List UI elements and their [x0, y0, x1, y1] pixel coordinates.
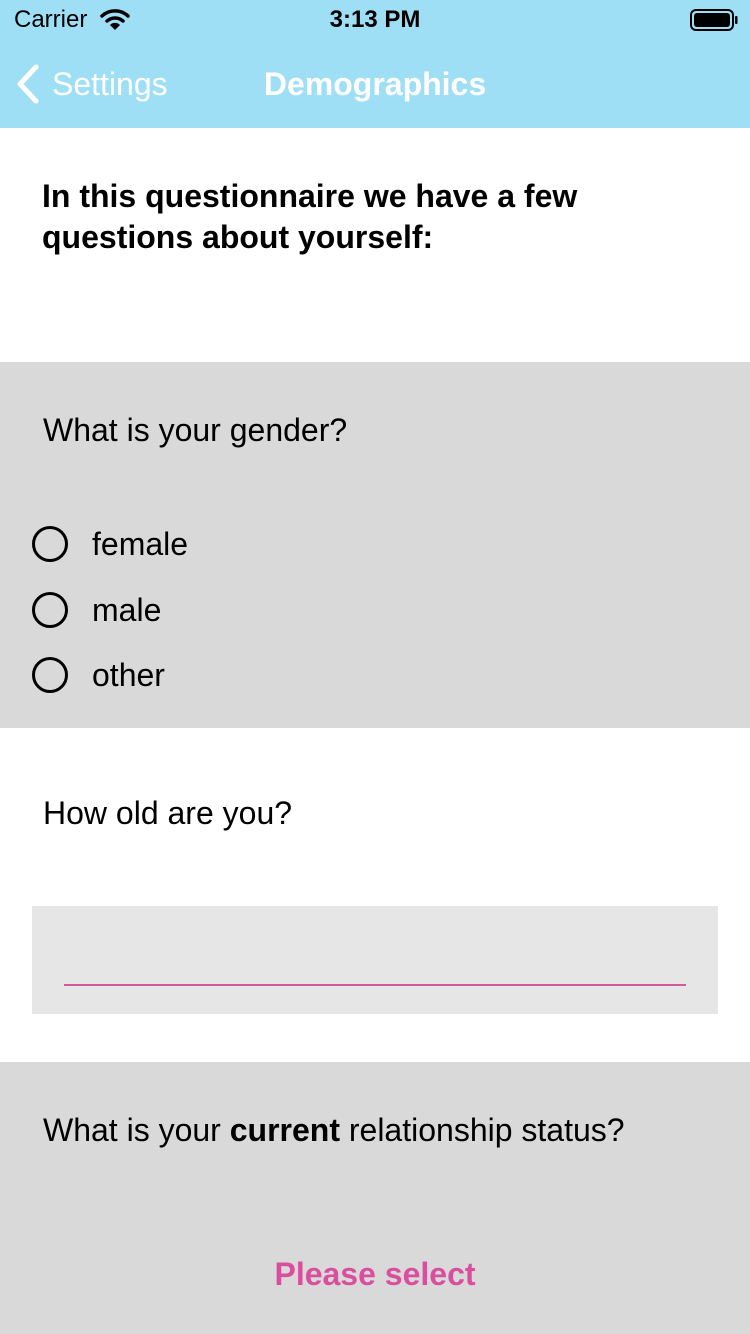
age-input[interactable]: [64, 930, 686, 986]
question-text-end: relationship status?: [339, 1112, 625, 1148]
gender-question: What is your gender?: [43, 412, 348, 448]
radio-label: female: [92, 525, 189, 562]
relationship-question: What is your current relationship status…: [43, 1112, 625, 1149]
radio-label: other: [92, 656, 165, 693]
status-time: 3:13 PM: [329, 6, 421, 33]
radio-option-other[interactable]: other: [32, 653, 165, 697]
radio-option-male[interactable]: male: [32, 588, 161, 632]
status-bar: Carrier 3:13 PM: [0, 0, 750, 40]
age-input-container: [32, 906, 718, 1014]
radio-circle-icon: [32, 592, 68, 628]
question-emphasis: current: [229, 1112, 340, 1148]
gender-section: What is your gender? female male other: [0, 362, 750, 728]
age-section: How old are you?: [0, 728, 750, 1062]
page-title: Demographics: [263, 66, 487, 102]
top-bar: Carrier 3:13 PM Settings Demographics: [0, 0, 750, 128]
radio-circle-icon: [32, 657, 68, 693]
question-text: What is your: [43, 1112, 230, 1148]
navigation-bar: Settings Demographics: [0, 40, 750, 128]
age-question: How old are you?: [43, 795, 293, 831]
radio-circle-icon: [32, 526, 68, 562]
battery-icon: [690, 9, 738, 31]
radio-option-female[interactable]: female: [32, 522, 188, 566]
relationship-select-button[interactable]: Please select: [0, 1256, 750, 1293]
relationship-section: What is your current relationship status…: [0, 1062, 750, 1334]
radio-label: male: [92, 591, 162, 628]
intro-text: In this questionnaire we have a few ques…: [42, 178, 578, 255]
